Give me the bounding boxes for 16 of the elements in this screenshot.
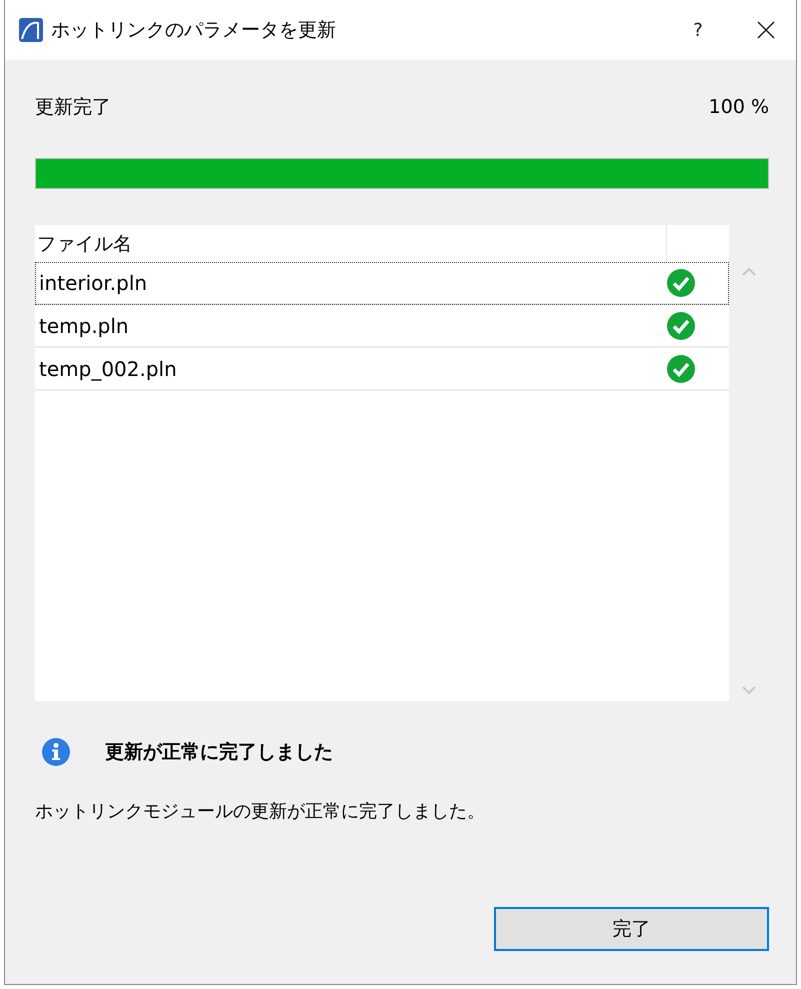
message-title: 更新が正常に完了しました bbox=[105, 740, 333, 765]
file-row[interactable]: interior.pln bbox=[35, 262, 730, 305]
progress-label: 更新完了 bbox=[35, 95, 111, 120]
scroll-up-icon[interactable] bbox=[742, 267, 756, 276]
info-icon bbox=[41, 737, 71, 767]
progress-percent: 100 % bbox=[708, 96, 769, 118]
scroll-down-icon[interactable] bbox=[742, 686, 756, 695]
message-text: ホットリンクモジュールの更新が正常に完了しました。 bbox=[35, 800, 486, 823]
column-header[interactable]: ファイル名 bbox=[35, 225, 666, 262]
file-name: interior.pln bbox=[38, 270, 148, 294]
window-title: ホットリンクのパラメータを更新 bbox=[51, 18, 337, 43]
done-button[interactable]: 完了 bbox=[494, 907, 769, 951]
app-logo-icon bbox=[19, 18, 43, 42]
close-icon bbox=[757, 21, 775, 39]
file-name: temp_002.pln bbox=[38, 356, 178, 380]
file-name: temp.pln bbox=[38, 314, 130, 338]
